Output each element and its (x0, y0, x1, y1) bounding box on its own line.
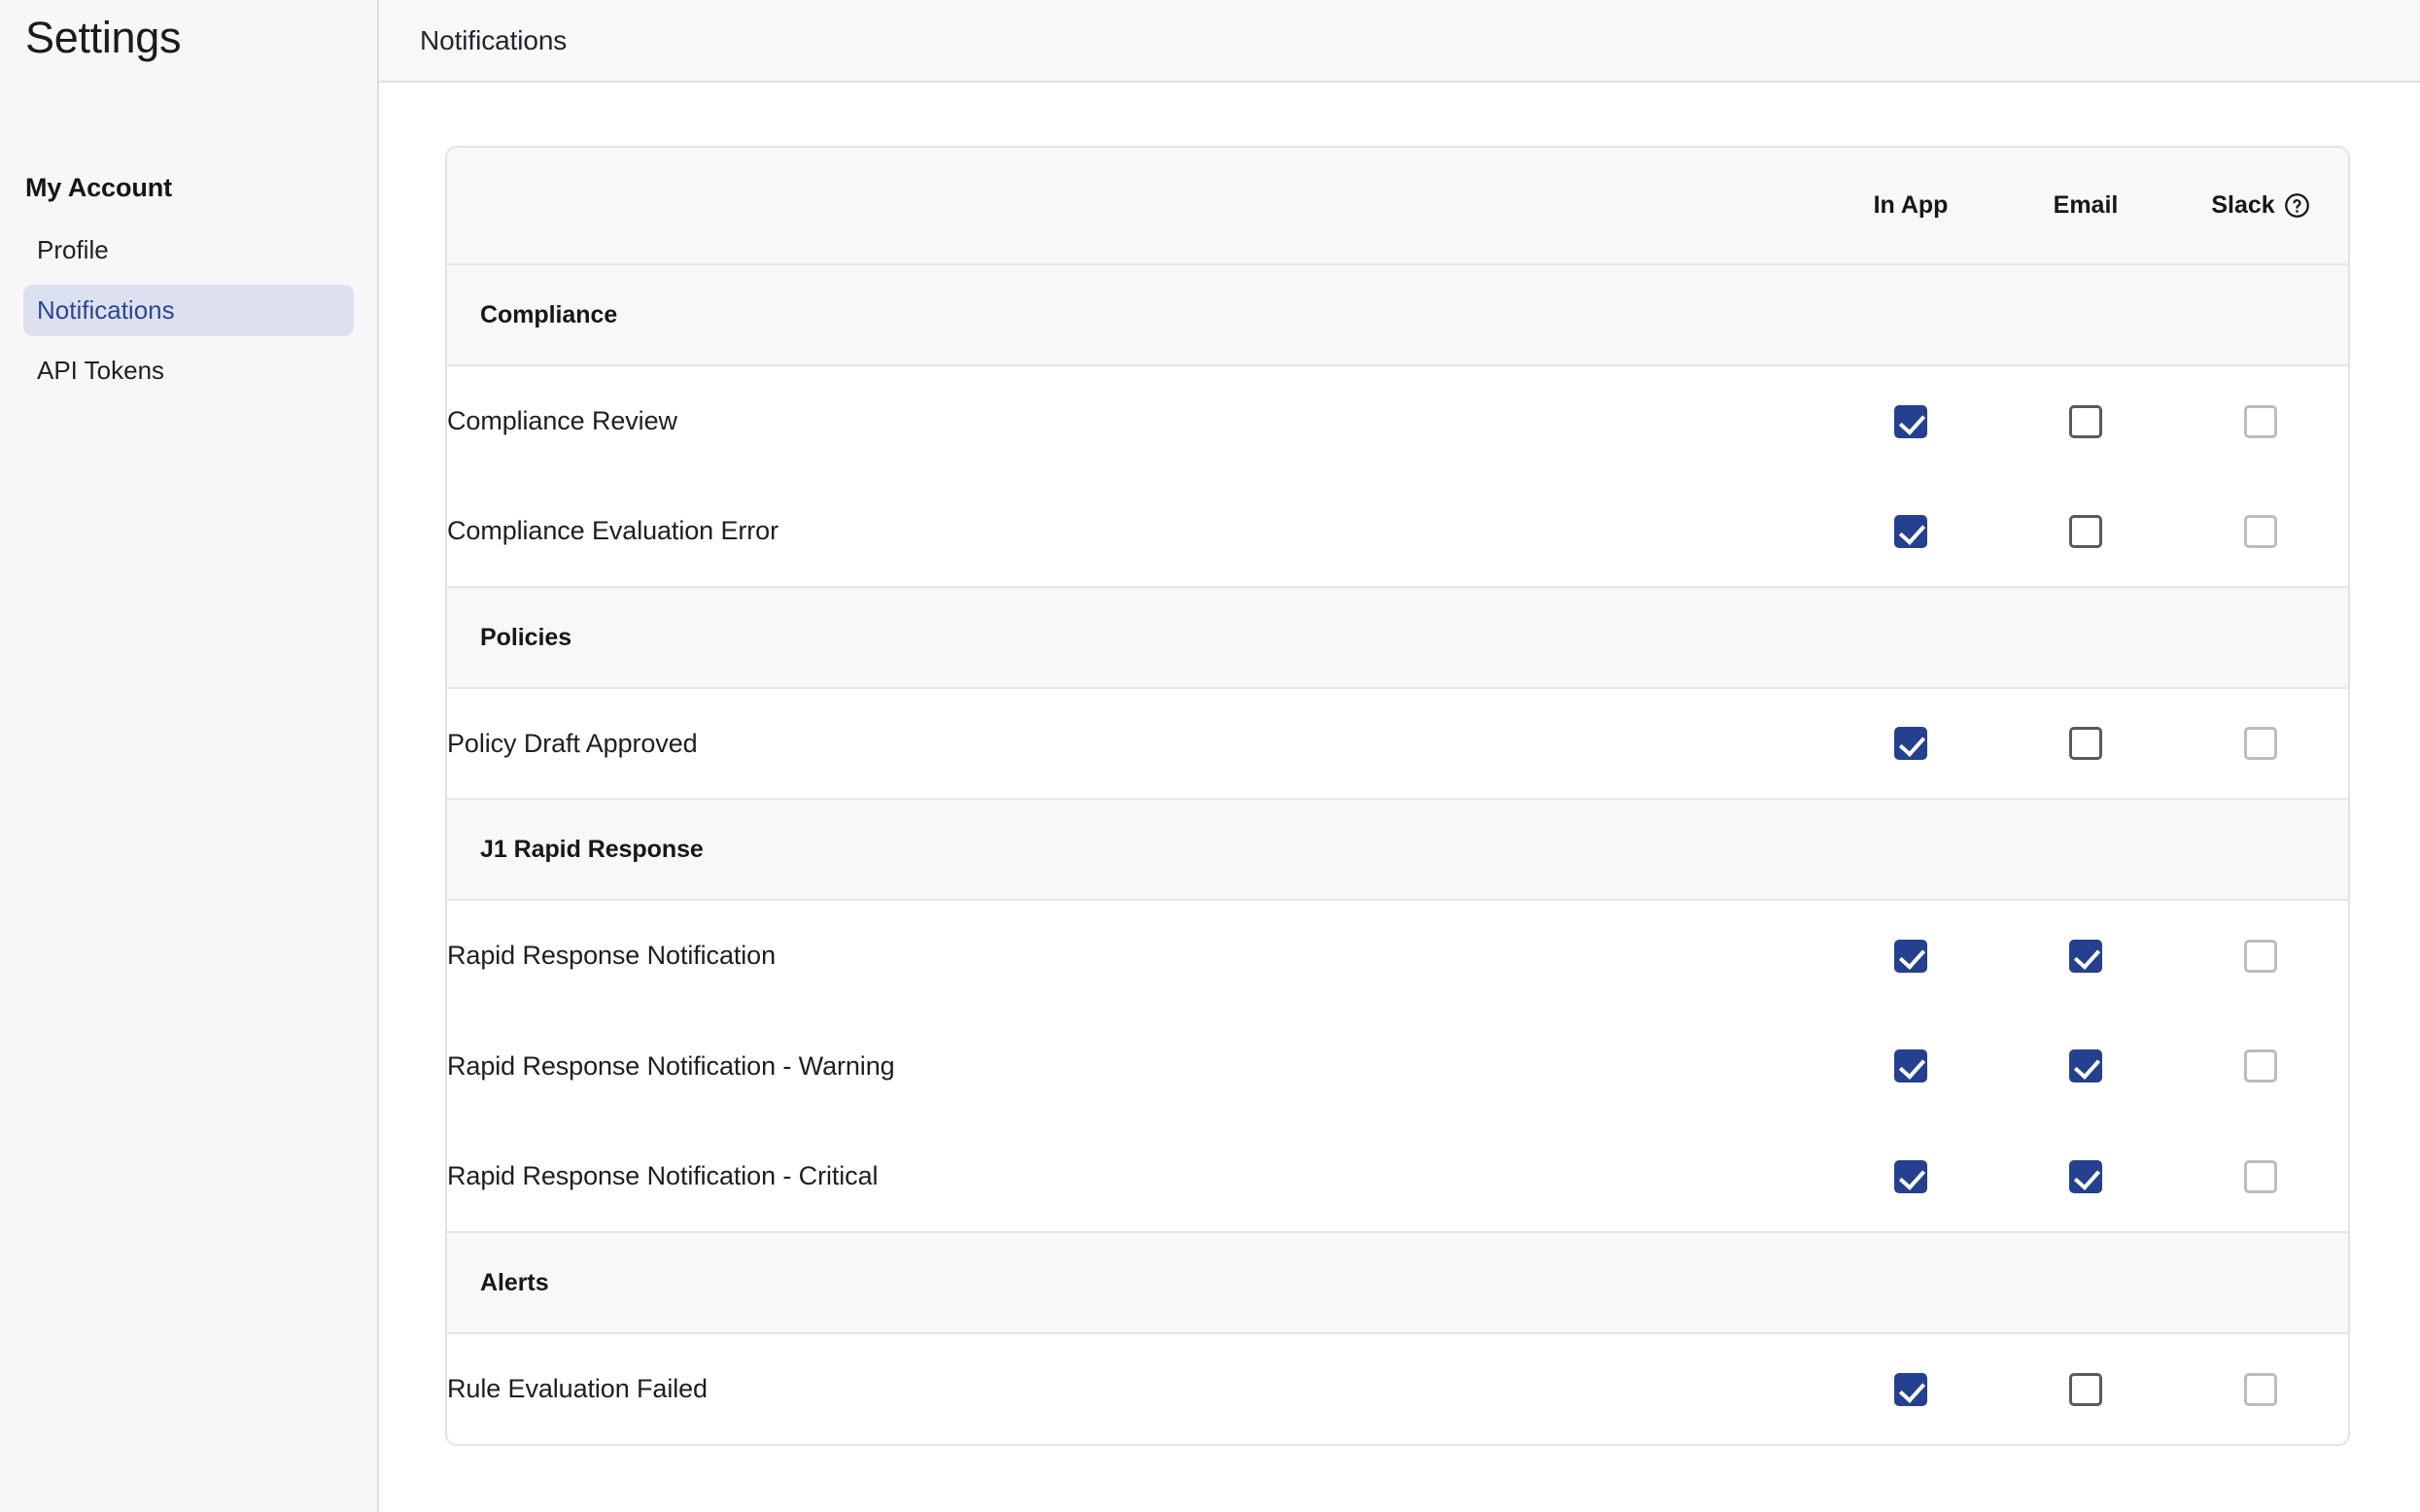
cell-in-app (1823, 1011, 1998, 1121)
table-row: Rapid Response Notification - Warning (447, 1011, 2348, 1121)
group-header-row: J1 Rapid Response (447, 798, 2348, 901)
table-row: Compliance Review (447, 365, 2348, 476)
cell-slack (2173, 476, 2348, 587)
page-title: Settings (25, 13, 182, 62)
checkbox-slack-compliance-evaluation-error (2244, 514, 2277, 548)
sidebar-item-notifications[interactable]: Notifications (23, 285, 354, 337)
column-header-label-wrap: In App (1874, 191, 1949, 220)
cell-slack (2173, 1333, 2348, 1444)
settings-page: Settings My Account Profile Notifications… (0, 0, 2420, 1512)
cell-email (1998, 1333, 2173, 1444)
checkbox-slack-rapid-response-notification (2244, 939, 2277, 973)
notification-preferences-table: In App Email Slack Compliance Compliance … (447, 148, 2348, 1444)
topbar-title: Notifications (420, 24, 568, 55)
sidebar-item-api-tokens[interactable]: API Tokens (23, 345, 354, 396)
notification-settings-card: In App Email Slack Compliance Compliance … (445, 146, 2350, 1446)
group-header-row: Policies (447, 586, 2348, 689)
checkbox-in-app-rule-evaluation-failed[interactable] (1894, 1372, 1927, 1406)
cell-slack (2173, 365, 2348, 476)
checkbox-slack-rapid-response-notification-critical (2244, 1159, 2277, 1193)
checkbox-email-rapid-response-notification-critical[interactable] (2069, 1159, 2102, 1193)
table-head: In App Email Slack (447, 148, 2348, 265)
checkbox-in-app-rapid-response-notification[interactable] (1894, 939, 1927, 973)
checkbox-email-rapid-response-notification[interactable] (2069, 939, 2102, 973)
table-header-row: In App Email Slack (447, 148, 2348, 265)
cell-email (1998, 1121, 2173, 1232)
cell-in-app (1823, 476, 1998, 587)
checkbox-in-app-compliance-review[interactable] (1894, 404, 1927, 438)
group-header-row: Alerts (447, 1231, 2348, 1334)
column-header-label-wrap: Email (2054, 191, 2119, 220)
column-header-in-app: In App (1823, 148, 1998, 265)
cell-in-app (1823, 900, 1998, 1011)
table-body: Compliance Compliance Review Compliance Ev… (447, 264, 2348, 1444)
sidebar-nav: My Account Profile Notifications API Token… (0, 173, 377, 396)
cell-slack (2173, 688, 2348, 799)
checkbox-in-app-rapid-response-notification-warning[interactable] (1894, 1049, 1927, 1082)
cell-email (1998, 900, 2173, 1011)
column-header-label: Email (2053, 191, 2119, 219)
top-bar: Notifications (379, 0, 2420, 83)
notification-label-rapid-response-notification-critical: Rapid Response Notification - Critical (447, 1121, 1823, 1232)
cell-email (1998, 476, 2173, 587)
checkbox-slack-rule-evaluation-failed (2244, 1372, 2277, 1406)
group-title-compliance: Compliance (447, 264, 2348, 366)
cell-in-app (1823, 1333, 1998, 1444)
sidebar-item-profile[interactable]: Profile (23, 224, 354, 276)
cell-slack (2173, 1011, 2348, 1121)
column-header-label: Slack (2211, 191, 2275, 219)
cell-email (1998, 1011, 2173, 1121)
column-header-label: In App (1873, 191, 1949, 219)
table-row: Policy Draft Approved (447, 688, 2348, 799)
sidebar-section-heading: My Account (25, 173, 173, 202)
checkbox-slack-rapid-response-notification-warning (2244, 1049, 2277, 1082)
table-row: Rapid Response Notification - Critical (447, 1121, 2348, 1232)
table-row: Compliance Evaluation Error (447, 476, 2348, 587)
notification-label-compliance-evaluation-error: Compliance Evaluation Error (447, 476, 1823, 587)
cell-slack (2173, 900, 2348, 1011)
checkbox-slack-compliance-review (2244, 404, 2277, 438)
main-panel: Notifications In App Email Slack Complia… (379, 0, 2420, 1512)
notification-label-rapid-response-notification-warning: Rapid Response Notification - Warning (447, 1011, 1823, 1121)
cell-in-app (1823, 365, 1998, 476)
checkbox-email-rapid-response-notification-warning[interactable] (2069, 1049, 2102, 1082)
checkbox-email-compliance-review[interactable] (2069, 404, 2102, 438)
checkbox-email-compliance-evaluation-error[interactable] (2069, 514, 2102, 548)
column-header-email: Email (1998, 148, 2173, 265)
notification-label-policy-draft-approved: Policy Draft Approved (447, 688, 1823, 799)
checkbox-email-policy-draft-approved[interactable] (2069, 727, 2102, 760)
group-title-policies: Policies (447, 586, 2348, 689)
notification-label-compliance-review: Compliance Review (447, 365, 1823, 476)
cell-slack (2173, 1121, 2348, 1232)
content-area: In App Email Slack Compliance Compliance … (379, 83, 2420, 1512)
table-row: Rule Evaluation Failed (447, 1333, 2348, 1444)
column-header-name (447, 148, 1823, 265)
checkbox-email-rule-evaluation-failed[interactable] (2069, 1372, 2102, 1406)
table-row: Rapid Response Notification (447, 900, 2348, 1011)
cell-email (1998, 688, 2173, 799)
sidebar: Settings My Account Profile Notifications… (0, 0, 379, 1512)
checkbox-in-app-compliance-evaluation-error[interactable] (1894, 514, 1927, 548)
group-title-alerts: Alerts (447, 1231, 2348, 1334)
cell-email (1998, 365, 2173, 476)
column-header-label-wrap: Slack (2211, 191, 2309, 220)
checkbox-slack-policy-draft-approved (2244, 727, 2277, 760)
column-header-slack: Slack (2173, 148, 2348, 265)
question-circle-icon[interactable] (2284, 192, 2310, 219)
cell-in-app (1823, 688, 1998, 799)
notification-label-rule-evaluation-failed: Rule Evaluation Failed (447, 1333, 1823, 1444)
notification-label-rapid-response-notification: Rapid Response Notification (447, 900, 1823, 1011)
group-header-row: Compliance (447, 264, 2348, 366)
checkbox-in-app-rapid-response-notification-critical[interactable] (1894, 1159, 1927, 1193)
group-title-j1-rapid-response: J1 Rapid Response (447, 798, 2348, 901)
checkbox-in-app-policy-draft-approved[interactable] (1894, 727, 1927, 760)
cell-in-app (1823, 1121, 1998, 1232)
